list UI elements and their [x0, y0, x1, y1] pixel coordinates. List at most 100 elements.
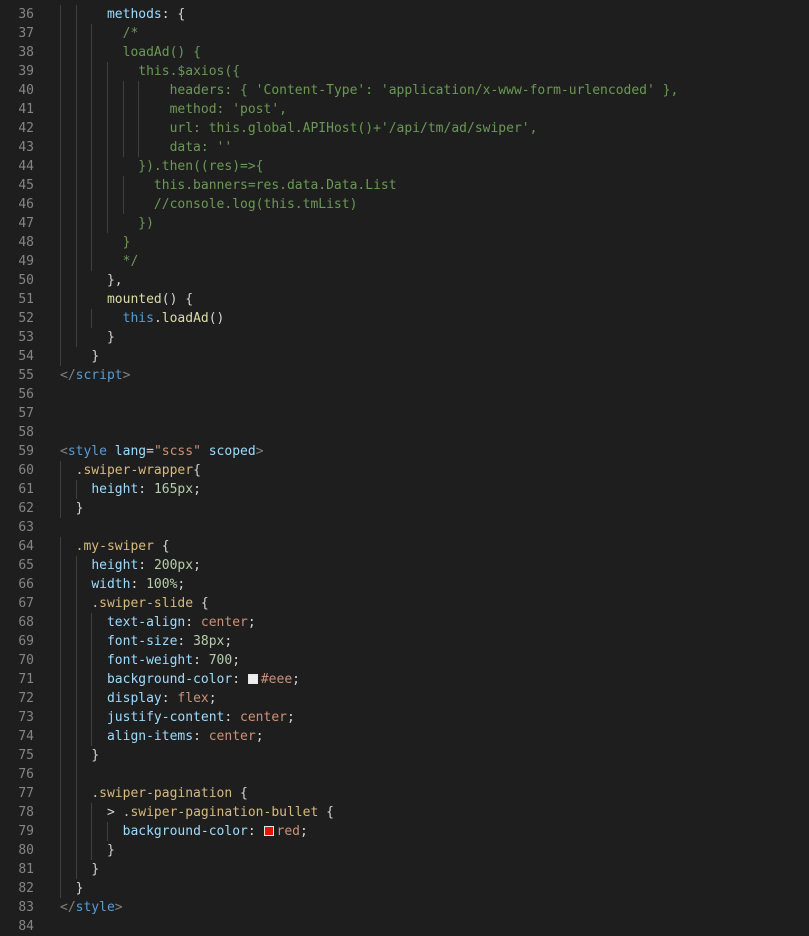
code-line[interactable]: 53 }	[0, 328, 809, 347]
indent-guide	[75, 765, 77, 784]
code-token: loadAd	[161, 311, 209, 326]
code-line[interactable]: 69 font-size: 38px;	[0, 632, 809, 651]
code-line[interactable]: 44 }).then((res)=>{	[0, 157, 809, 176]
code-line[interactable]: 79 background-color: red;	[0, 822, 809, 841]
code-line[interactable]: 56	[0, 385, 809, 404]
code-token: }	[91, 862, 100, 877]
code-line[interactable]: 58	[0, 423, 809, 442]
line-number: 52	[18, 311, 34, 326]
code-line[interactable]: 71 background-color: #eee;	[0, 670, 809, 689]
color-swatch-icon[interactable]	[247, 674, 258, 684]
code-token: () {	[161, 292, 194, 307]
code-token: center	[240, 710, 287, 725]
code-line[interactable]: 81 }	[0, 860, 809, 879]
line-number: 49	[18, 254, 34, 269]
code-line[interactable]: 83 </style>	[0, 898, 809, 917]
code-line[interactable]: 40 headers: { 'Content-Type': 'applicati…	[0, 81, 809, 100]
code-line[interactable]: 60 .swiper-wrapper{	[0, 461, 809, 480]
code-line[interactable]: 78 > .swiper-pagination-bullet {	[0, 803, 809, 822]
code-line[interactable]: 77 .swiper-pagination {	[0, 784, 809, 803]
code-line[interactable]: 70 font-weight: 700;	[0, 651, 809, 670]
code-token: {	[232, 786, 248, 801]
code-line[interactable]: 42 url: this.global.APIHost()+'/api/tm/a…	[0, 119, 809, 138]
code-text: .swiper-slide {	[60, 594, 208, 613]
code-token: ;	[255, 729, 264, 744]
line-number: 78	[18, 805, 34, 820]
code-line[interactable]: 54 }	[0, 347, 809, 366]
code-line[interactable]: 75 }	[0, 746, 809, 765]
code-line[interactable]: 61 height: 165px;	[0, 480, 809, 499]
code-line[interactable]: 64 .my-swiper {	[0, 537, 809, 556]
code-line[interactable]: 66 width: 100%;	[0, 575, 809, 594]
code-token: .swiper-slide	[91, 596, 194, 611]
code-token: .swiper-wrapper	[75, 463, 194, 478]
code-text: .my-swiper {	[60, 537, 170, 556]
code-token: }	[122, 235, 131, 250]
code-line[interactable]: 76	[0, 765, 809, 784]
code-line[interactable]: 73 justify-content: center;	[0, 708, 809, 727]
code-token: >	[114, 900, 123, 915]
line-number: 61	[18, 482, 34, 497]
code-line[interactable]: 67 .swiper-slide {	[0, 594, 809, 613]
code-line[interactable]: 51 mounted() {	[0, 290, 809, 309]
code-line[interactable]: 36 methods: {	[0, 5, 809, 24]
code-line[interactable]: 37 /*	[0, 24, 809, 43]
code-token: style	[67, 444, 107, 459]
line-number: 53	[18, 330, 34, 345]
code-line[interactable]: 74 align-items: center;	[0, 727, 809, 746]
code-text: mounted() {	[60, 290, 193, 309]
code-editor[interactable]: 36 methods: {37 /* 38 loadAd() {39 this.$…	[0, 0, 809, 934]
code-token: flex	[177, 691, 209, 706]
code-line[interactable]: 62 }	[0, 499, 809, 518]
line-number: 77	[18, 786, 34, 801]
code-text: },	[60, 271, 123, 290]
line-number: 45	[18, 178, 34, 193]
code-line[interactable]: 41 method: 'post',	[0, 100, 809, 119]
code-text: height: 165px;	[60, 480, 201, 499]
code-token: <	[60, 444, 68, 459]
code-token: #eee	[260, 672, 293, 687]
code-token: lang	[114, 444, 147, 459]
code-line[interactable]: 82 }	[0, 879, 809, 898]
code-token: >	[106, 805, 123, 820]
code-line[interactable]: 68 text-align: center;	[0, 613, 809, 632]
code-token: }	[91, 748, 100, 763]
code-token: })	[138, 216, 154, 231]
code-line[interactable]: 43 data: ''	[0, 138, 809, 157]
code-token: .swiper-pagination-bullet	[122, 805, 319, 820]
code-token: ;	[292, 672, 300, 687]
code-line[interactable]: 55 </script>	[0, 366, 809, 385]
code-line[interactable]: 38 loadAd() {	[0, 43, 809, 62]
code-line[interactable]: 63	[0, 518, 809, 537]
code-line[interactable]: 52 this.loadAd()	[0, 309, 809, 328]
code-text: */	[60, 252, 139, 271]
code-line[interactable]: 59 <style lang="scss" scoped>	[0, 442, 809, 461]
code-line[interactable]: 39 this.$axios({	[0, 62, 809, 81]
code-line[interactable]: 65 height: 200px;	[0, 556, 809, 575]
code-line[interactable]: 50 },	[0, 271, 809, 290]
code-text: }	[60, 746, 99, 765]
color-swatch-icon[interactable]	[263, 826, 274, 836]
code-line[interactable]: 48 }	[0, 233, 809, 252]
code-line[interactable]: 57	[0, 404, 809, 423]
code-line[interactable]: 80 }	[0, 841, 809, 860]
code-text: this.loadAd()	[60, 309, 225, 328]
code-text: font-weight: 700;	[60, 651, 240, 670]
code-line[interactable]: 45 this.banners=res.data.Data.List	[0, 176, 809, 195]
code-line[interactable]: 49 */	[0, 252, 809, 271]
code-token: 38px	[193, 634, 225, 649]
code-text: font-size: 38px;	[60, 632, 232, 651]
code-line[interactable]: 47 })	[0, 214, 809, 233]
code-token: 165px	[153, 482, 194, 497]
code-text: }	[60, 328, 115, 347]
code-line[interactable]: 46 //console.log(this.tmList)	[0, 195, 809, 214]
code-line[interactable]: 72 display: flex;	[0, 689, 809, 708]
code-line[interactable]: 84	[0, 917, 809, 936]
code-text: method: 'post',	[60, 100, 287, 119]
